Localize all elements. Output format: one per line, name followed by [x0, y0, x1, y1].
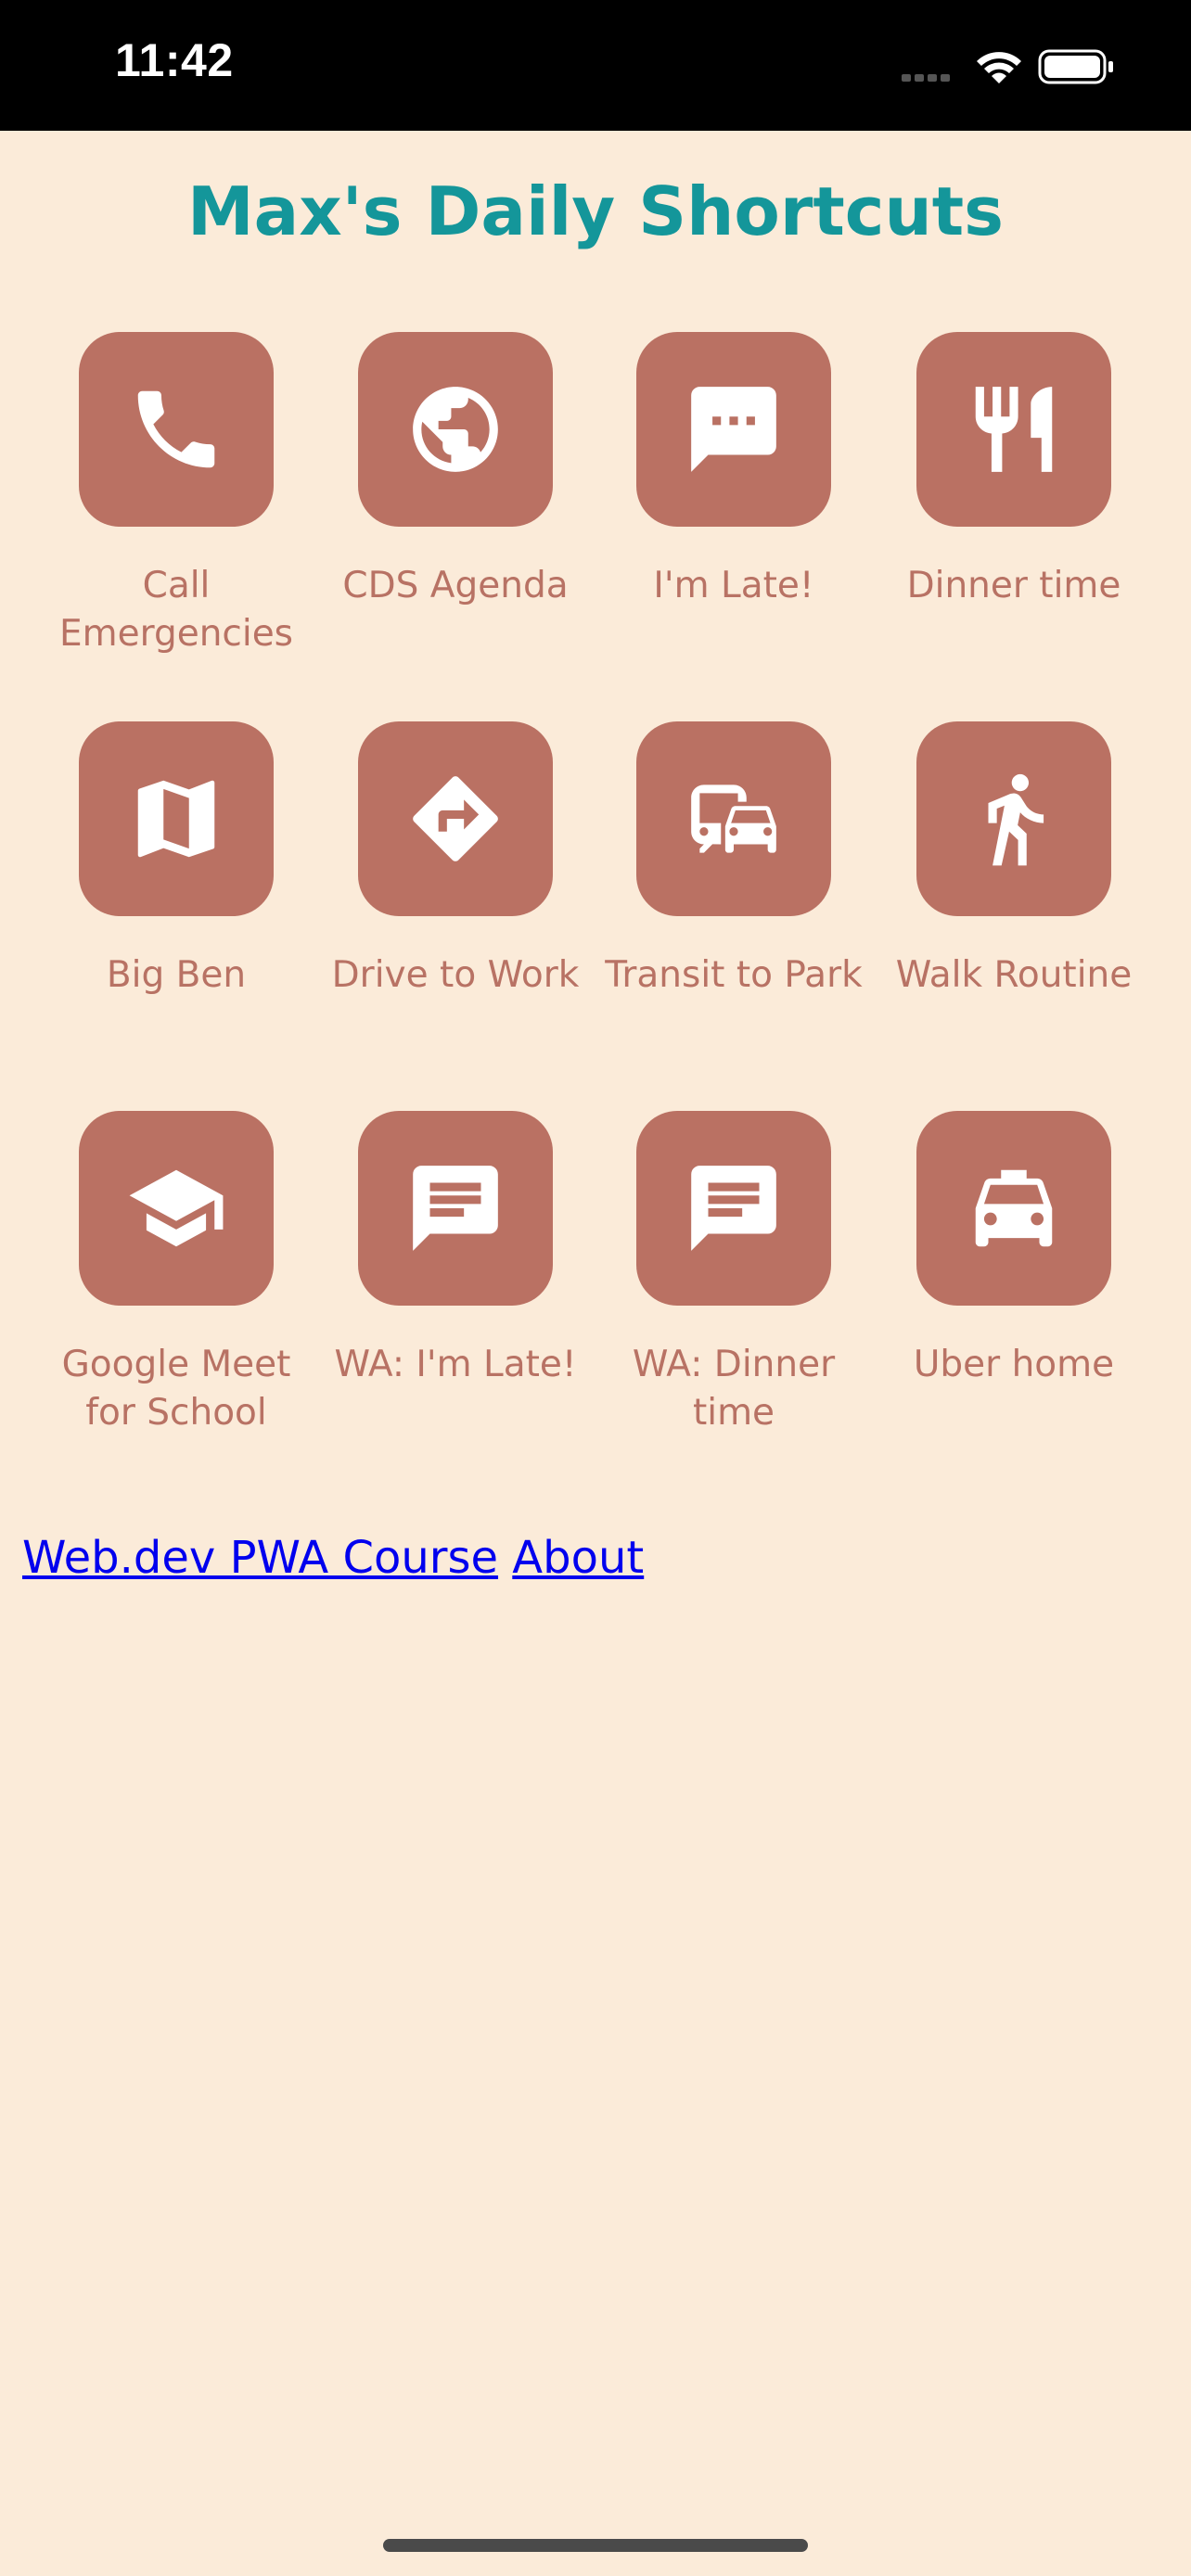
shortcut-dinner-time[interactable]: Dinner time — [875, 332, 1153, 610]
pwa-course-link[interactable]: Web.dev PWA Course — [22, 1532, 498, 1584]
battery-icon — [1038, 49, 1113, 84]
shortcut-label: I'm Late! — [653, 565, 814, 606]
shortcut-tile[interactable] — [636, 1111, 831, 1306]
shortcut-label: Walk Routine — [895, 954, 1133, 996]
shortcut-label: WA: Dinner time — [632, 1344, 836, 1434]
shortcut-label: Uber home — [913, 1344, 1115, 1385]
shortcut-label: Drive to Work — [331, 954, 580, 996]
shortcut-tile[interactable] — [636, 332, 831, 527]
shortcut-tile[interactable] — [358, 332, 553, 527]
shortcut-cds-agenda[interactable]: CDS Agenda — [316, 332, 595, 610]
shortcut-uber-home[interactable]: Uber home — [875, 1111, 1153, 1389]
directions-icon — [413, 776, 498, 861]
shortcut-wa-im-late[interactable]: WA: I'm Late! — [316, 1111, 595, 1389]
shortcut-label: Transit to Park — [605, 954, 863, 996]
shortcut-tile[interactable] — [916, 332, 1111, 527]
globe-icon — [413, 387, 498, 472]
shortcut-tile[interactable] — [79, 1111, 274, 1306]
signal-icon — [902, 74, 950, 82]
message-icon — [691, 1166, 776, 1251]
shortcut-tile[interactable] — [79, 721, 274, 916]
shortcut-label: WA: I'm Late! — [334, 1344, 577, 1385]
page-title: Max's Daily Shortcuts — [186, 172, 1005, 250]
footer-links: Web.dev PWA Course About — [22, 1532, 644, 1584]
status-bar: 11:42 — [0, 0, 1191, 131]
shortcut-tile[interactable] — [916, 1111, 1111, 1306]
restaurant-icon — [975, 387, 1053, 472]
shortcut-tile[interactable] — [79, 332, 274, 527]
shortcut-big-ben[interactable]: Big Ben — [37, 721, 315, 1000]
shortcut-label: CDS Agenda — [342, 565, 569, 606]
status-time: 11:42 — [115, 34, 234, 86]
shortcut-label: Google Meet for School — [61, 1344, 291, 1434]
shortcut-label: Call Emergencies — [58, 565, 294, 655]
shortcut-transit-to-park[interactable]: Transit to Park — [595, 721, 873, 1000]
message-icon — [413, 1166, 498, 1251]
shortcut-wa-dinner-time[interactable]: WA: Dinner time — [595, 1111, 873, 1437]
shortcut-call-emergencies[interactable]: Call Emergencies — [37, 332, 315, 658]
about-link[interactable]: About — [512, 1532, 644, 1584]
shortcut-google-meet-for-school[interactable]: Google Meet for School — [37, 1111, 315, 1437]
commute-icon — [691, 784, 776, 853]
shortcut-tile[interactable] — [916, 721, 1111, 916]
shortcut-label: Big Ben — [106, 954, 247, 996]
home-indicator[interactable] — [383, 2539, 808, 2552]
shortcut-drive-to-work[interactable]: Drive to Work — [316, 721, 595, 1000]
chat-bubble-icon — [691, 387, 776, 472]
shortcut-tile[interactable] — [636, 721, 831, 916]
phone-icon — [137, 390, 215, 468]
wifi-icon — [977, 52, 1021, 83]
school-icon — [129, 1169, 224, 1247]
shortcut-walk-routine[interactable]: Walk Routine — [875, 721, 1153, 1000]
shortcut-tile[interactable] — [358, 721, 553, 916]
walking-icon — [988, 773, 1044, 866]
taxi-icon — [975, 1169, 1053, 1247]
shortcut-label: Dinner time — [906, 565, 1121, 606]
shortcut-im-late[interactable]: I'm Late! — [595, 332, 873, 610]
map-icon — [137, 780, 215, 858]
shortcut-tile[interactable] — [358, 1111, 553, 1306]
status-icons — [902, 49, 1113, 84]
